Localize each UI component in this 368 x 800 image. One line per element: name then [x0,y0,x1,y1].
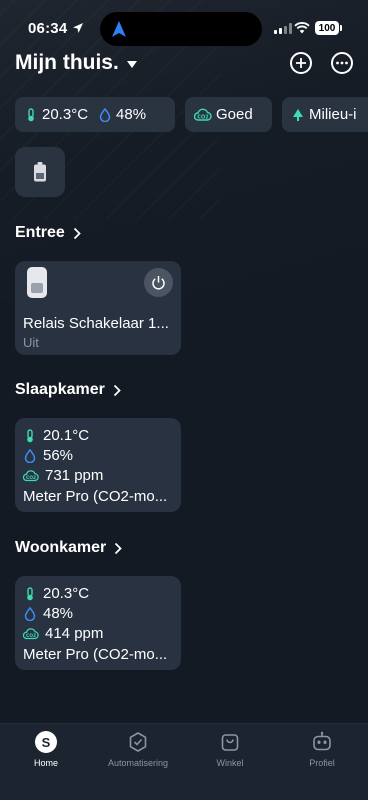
relay-device-name: Relais Schakelaar 1... [23,315,169,332]
chip-humidity: 48% [116,106,147,123]
humidity-reading: 48% [23,605,73,622]
home-s-icon: S [35,731,57,753]
air-quality-chip[interactable]: CO2 Goed [185,97,272,132]
chip-temperature: 20.3°C [42,106,89,123]
tab-automatisering[interactable]: Automatisering [98,731,178,768]
relay-switch-card[interactable]: Relais Schakelaar 1... Uit [15,261,181,355]
tab-home-label: Home [33,758,58,768]
humidity-value: 56% [43,447,74,464]
power-icon [152,276,165,290]
humidity-value: 48% [43,605,74,622]
cellular-signal-icon [274,23,292,34]
chevron-right-icon [115,542,123,554]
climate-chip[interactable]: 20.3°C 48% [15,97,175,132]
relay-device-icon [27,267,47,298]
meter-device-name: Meter Pro (CO2-mo... [23,646,168,663]
bottom-tab-bar: S Home Automatisering Winkel Profiel [0,723,368,800]
automation-icon [129,732,147,752]
dynamic-island [100,12,262,46]
chevron-right-icon [73,227,81,239]
more-dots-icon [336,61,348,65]
meter-pro-card-woonkamer[interactable]: 20.3°C 48% CO2 414 ppm Meter Pro (CO2-mo… [15,576,181,670]
battery-device-tile[interactable] [15,147,65,197]
meter-device-name: Meter Pro (CO2-mo... [23,488,168,505]
power-toggle-button[interactable] [144,268,173,297]
section-entree-title: Entree [15,224,65,241]
tab-profiel-label: Profiel [309,758,335,768]
section-woonkamer[interactable]: Woonkamer [15,539,123,557]
battery-tip [340,25,342,31]
co2-cloud-icon: CO2 [23,627,39,639]
thermometer-icon [28,107,34,121]
co2-cloud-icon: CO2 [23,469,39,481]
robot-profile-icon [313,731,331,751]
environment-chip[interactable]: Milieu-i [282,97,368,132]
svg-text:CO2: CO2 [26,475,36,481]
plus-icon [296,58,306,68]
relay-device-state: Uit [23,335,39,350]
co2-reading: CO2 414 ppm [23,625,103,642]
meter-pro-card-slaapkamer[interactable]: 20.1°C 56% CO2 731 ppm Meter Pro (CO2-mo… [15,418,181,512]
section-woonkamer-title: Woonkamer [15,539,107,556]
droplet-icon [24,448,36,463]
status-time: 06:34 [28,20,68,37]
thermometer-icon [27,586,33,600]
wifi-icon [294,22,310,34]
temperature-reading: 20.3°C [23,585,89,602]
battery-device-icon [34,162,46,182]
co2-value: 731 ppm [45,467,104,484]
svg-text:CO2: CO2 [197,114,209,120]
tab-winkel[interactable]: Winkel [190,731,270,768]
chip-air-quality: Goed [216,106,253,123]
co2-value: 414 ppm [45,625,104,642]
home-title[interactable]: Mijn thuis. [15,51,119,75]
add-button[interactable] [290,52,312,74]
more-options-button[interactable] [331,52,353,74]
caret-down-icon[interactable] [127,61,137,68]
section-slaapkamer[interactable]: Slaapkamer [15,381,121,399]
co2-reading: CO2 731 ppm [23,467,103,484]
section-entree[interactable]: Entree [15,224,81,242]
chip-environment: Milieu-i [309,106,357,123]
chevron-right-icon [113,384,121,396]
shop-bag-icon [221,734,239,751]
tab-profiel[interactable]: Profiel [282,731,362,768]
tree-icon [293,108,303,121]
temperature-value: 20.1°C [43,427,90,444]
tab-home[interactable]: S Home [6,731,86,768]
location-arrow-icon [73,23,83,33]
droplet-icon [24,606,36,621]
temperature-value: 20.3°C [43,585,90,602]
co2-cloud-icon: CO2 [194,108,212,121]
section-slaapkamer-title: Slaapkamer [15,381,105,398]
navigation-arrow-icon [112,21,126,37]
thermometer-icon [27,428,33,442]
humidity-reading: 56% [23,447,73,464]
battery-indicator: 100 [315,21,339,35]
droplet-icon [99,107,111,122]
temperature-reading: 20.1°C [23,427,89,444]
status-bar: 06:34 100 [0,0,368,58]
tab-winkel-label: Winkel [216,758,244,768]
svg-text:CO2: CO2 [26,633,36,639]
tab-automatisering-label: Automatisering [107,758,169,768]
